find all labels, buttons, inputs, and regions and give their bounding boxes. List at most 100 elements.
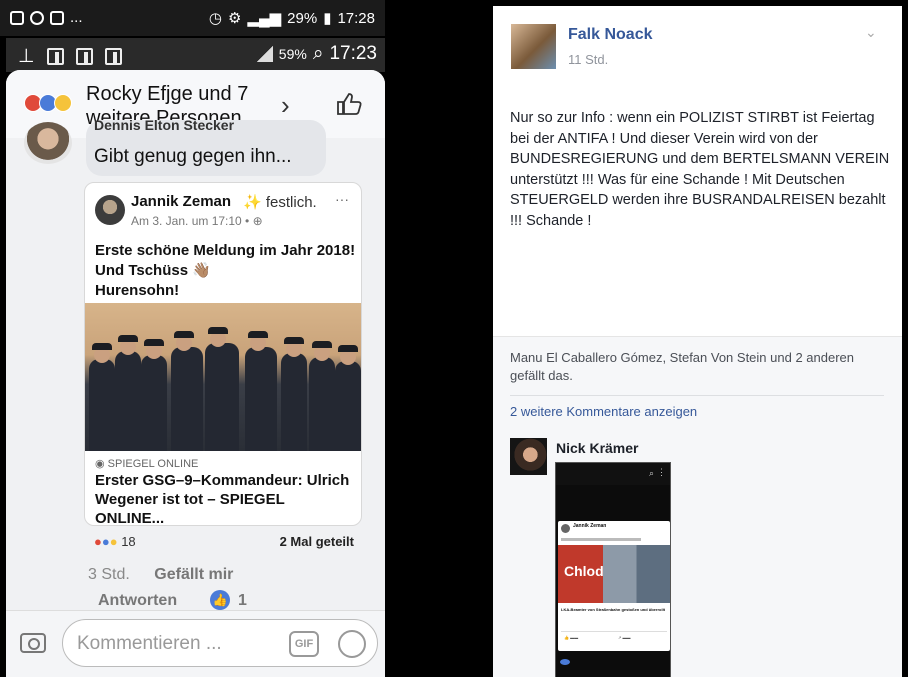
mini-author: Jannik Zeman — [573, 523, 607, 529]
source-name: SPIEGEL ONLINE — [107, 458, 199, 470]
reaction-count: 18 — [121, 534, 136, 549]
messenger-icon — [30, 10, 44, 25]
phone-screenshot: ... ◷ ⚙ ▂▄▆ 29% ▮ 17:28 ⊥ 59% ⌕ 17:23 Ro… — [0, 0, 385, 677]
reaction-icons: ● — [101, 534, 110, 549]
composite-screenshot: ... ◷ ⚙ ▂▄▆ 29% ▮ 17:28 ⊥ 59% ⌕ 17:23 Ro… — [0, 0, 908, 677]
comment-avatar[interactable] — [24, 122, 72, 164]
inner-status-bar: ⊥ 59% ⌕ 17:23 — [6, 38, 385, 72]
signal-icon: ▂▄▆ — [247, 10, 282, 27]
likes-summary[interactable]: Manu El Caballero Gómez, Stefan Von Stei… — [510, 349, 890, 385]
commenter-name[interactable]: Nick Krämer — [556, 440, 639, 456]
shared-post-date: Am 3. Jan. um 17:10 • ⊕ — [131, 214, 263, 228]
reaction-icons: ● — [109, 534, 118, 549]
clock: 17:23 — [329, 43, 377, 64]
comment-screenshot-image[interactable]: ⌕ ⋮ Jannik Zeman Chlod LKA-Beamter von St… — [555, 462, 671, 677]
facebook-icon — [46, 48, 64, 65]
reaction-summary[interactable]: ●●● 18 — [94, 534, 136, 549]
commenter-avatar[interactable] — [510, 438, 547, 475]
battery-icon: ▮ — [323, 10, 332, 27]
facebook-icon — [104, 48, 122, 65]
photo-figure — [245, 331, 277, 451]
mini-caption: LKA-Beamter von Straßenbahn gestoßen und… — [561, 607, 666, 612]
shared-post-avatar[interactable] — [95, 195, 125, 225]
chevron-right-icon[interactable]: › — [281, 90, 290, 121]
emoji-icon[interactable] — [338, 630, 366, 658]
comment-meta: 3 Std. Gefällt mir — [88, 566, 233, 584]
menu-icon: ⋮ — [657, 467, 666, 477]
photo-figure — [335, 345, 361, 451]
search-icon: ⌕ — [312, 43, 324, 64]
more-options-icon[interactable]: ··· — [335, 191, 349, 207]
photo-figure — [115, 335, 141, 451]
photo-figure — [309, 341, 335, 451]
source-icon: ◉ — [95, 458, 105, 470]
shared-post-footer: ●●● 18 2 Mal geteilt — [84, 526, 362, 556]
battery-percent: 59% — [278, 46, 307, 62]
more-comments-link[interactable]: 2 weitere Kommentare anzeigen — [510, 404, 697, 419]
reaction-icons — [24, 94, 84, 114]
shared-link-photo[interactable] — [85, 303, 361, 451]
shared-post-text: Erste schöne Meldung im Jahr 2018! Und T… — [95, 241, 357, 301]
facebook-post: Falk Noack 11 Std. ⌄ Nur so zur Info : w… — [493, 6, 902, 677]
comment-text: Gibt genug gegen ihn... — [94, 146, 292, 167]
photo-figure — [205, 327, 239, 451]
date-text: Am 3. Jan. um 17:10 • — [131, 214, 250, 228]
settings-icon: ⚙ — [228, 10, 242, 27]
shared-post-author[interactable]: Jannik Zeman — [131, 193, 231, 210]
like-button[interactable]: Gefällt mir — [154, 566, 233, 583]
post-text: Nur so zur Info : wenn ein POLIZIST STIR… — [510, 110, 890, 229]
comment-composer: Kommentieren ... GIF — [6, 610, 385, 677]
feeling-text: festlich. — [265, 194, 317, 211]
divider — [510, 395, 884, 396]
alarm-icon: ◷ — [208, 10, 222, 27]
reactions-sheet: Rocky Efjge und 7 weitere Personen › Den… — [6, 70, 385, 677]
android-status-bar: ... ◷ ⚙ ▂▄▆ 29% ▮ 17:28 — [0, 0, 385, 36]
comment-input[interactable]: Kommentieren ... GIF — [62, 619, 378, 667]
post-footer: Manu El Caballero Gómez, Stefan Von Stei… — [493, 336, 902, 677]
mini-photo-text: Chlod — [564, 563, 604, 579]
photo-figure — [89, 343, 115, 451]
gif-button[interactable]: GIF — [289, 631, 319, 657]
signal-icon — [256, 46, 273, 62]
like-badge-icon: 👍 — [210, 590, 230, 610]
mini-reaction-icon — [560, 659, 570, 665]
chevron-down-icon[interactable]: ⌄ — [865, 24, 877, 41]
search-icon: ⌕ — [648, 468, 654, 478]
shared-post-feeling: ✨ festlich. — [243, 193, 317, 211]
shared-post-line: Und Tschüss 👋🏽 — [95, 262, 211, 279]
reply-button[interactable]: Antworten — [98, 592, 177, 610]
shared-post-card[interactable]: Jannik Zeman ✨ festlich. Am 3. Jan. um 1… — [84, 182, 362, 526]
author-name[interactable]: Falk Noack — [568, 26, 652, 44]
share-count[interactable]: 2 Mal geteilt — [280, 534, 354, 549]
comment-placeholder: Kommentieren ... — [77, 633, 222, 654]
comment-time: 3 Std. — [88, 566, 130, 583]
inner-notification-icons: ⊥ — [18, 45, 122, 68]
mini-share-icon: ↗ ▬▬ — [618, 635, 631, 640]
mini-topbar: ⌕ ⋮ — [556, 463, 670, 485]
comment-author[interactable]: Dennis Elton Stecker — [94, 120, 234, 132]
comment-like-count: 1 — [238, 592, 247, 609]
clock: 17:28 — [337, 9, 375, 27]
photo-figure — [281, 337, 307, 451]
post-time[interactable]: 11 Std. — [568, 52, 608, 67]
mini-like-icon: 👍 ▬▬ — [564, 635, 579, 640]
image-icon — [50, 10, 64, 25]
status-right: ◷ ⚙ ▂▄▆ 29% ▮ 17:28 — [208, 9, 375, 28]
mini-photo: Chlod — [558, 545, 670, 603]
shared-post-line: Erste schöne Meldung im Jahr 2018! — [95, 242, 356, 259]
mini-text-line — [561, 538, 641, 541]
globe-icon: ⊕ — [252, 214, 263, 228]
facebook-icon — [75, 48, 93, 65]
photo-figure — [171, 331, 203, 451]
battery-percent: 29% — [287, 9, 318, 27]
party-icon: ✨ — [243, 194, 262, 211]
mini-post-card: Jannik Zeman Chlod LKA-Beamter von Straß… — [558, 521, 670, 651]
more-notifications-icon: ... — [70, 9, 83, 26]
camera-icon[interactable] — [20, 633, 46, 653]
like-thumb-icon[interactable] — [336, 92, 362, 116]
link-source: ◉ SPIEGEL ONLINE — [95, 457, 198, 470]
author-avatar[interactable] — [511, 24, 556, 69]
user-add-icon: ⊥ — [18, 46, 35, 67]
link-headline[interactable]: Erster GSG–9–Kommandeur: Ulrich Wegener … — [95, 471, 357, 525]
reaction-icons: ● — [94, 534, 102, 549]
